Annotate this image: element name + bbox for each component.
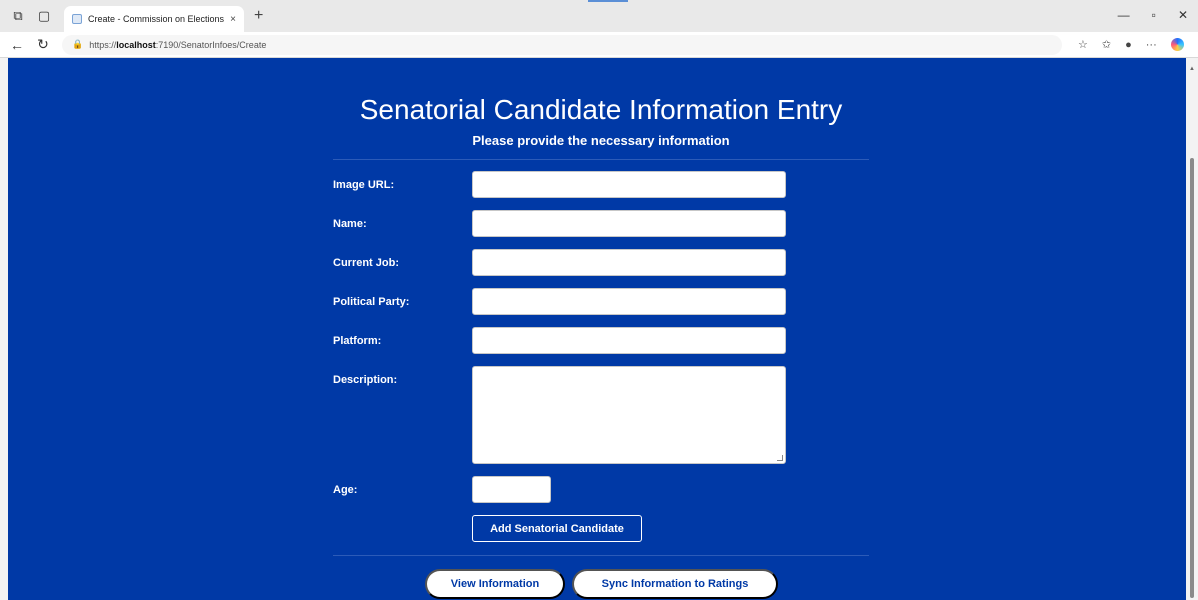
browser-tab[interactable]: Create - Commission on Elections ×: [64, 6, 244, 32]
header-divider: [333, 159, 869, 160]
political-party-label: Political Party:: [333, 296, 410, 308]
address-bar: ← ↻ 🔒 https://localhost:7190/SenatorInfo…: [0, 32, 1198, 58]
address-bar-icons: ☆ ✩ ● ···: [1078, 38, 1184, 51]
refresh-icon[interactable]: ↻: [34, 36, 52, 53]
tab-close-icon[interactable]: ×: [230, 14, 236, 25]
lock-icon: 🔒: [72, 39, 84, 49]
scroll-up-icon[interactable]: ▲: [1189, 66, 1195, 72]
age-row: Age:: [333, 476, 869, 503]
url-path: :7190/SenatorInfoes/Create: [155, 39, 267, 50]
url-host: localhost: [116, 39, 156, 50]
back-icon[interactable]: ←: [8, 37, 26, 53]
url-prefix: https://: [89, 39, 117, 50]
browser-titlebar: ⧉ ▢ Create - Commission on Elections × +…: [0, 0, 1198, 32]
workspaces-icon[interactable]: ⧉: [10, 8, 26, 24]
name-label: Name:: [333, 218, 367, 230]
maximize-icon[interactable]: ▫: [1152, 8, 1156, 22]
political-party-row: Political Party:: [333, 288, 869, 315]
name-row: Name:: [333, 210, 869, 237]
image-url-row: Image URL:: [333, 171, 869, 198]
loading-indicator: [588, 0, 628, 2]
profile-icon[interactable]: ●: [1125, 39, 1132, 51]
minimize-icon[interactable]: —: [1118, 8, 1130, 22]
add-senatorial-candidate-button[interactable]: Add Senatorial Candidate: [472, 515, 642, 542]
url-input[interactable]: 🔒 https://localhost:7190/SenatorInfoes/C…: [62, 34, 1062, 55]
current-job-input[interactable]: [472, 249, 786, 276]
page-scrollbar[interactable]: ▲: [1186, 58, 1198, 600]
favicon-icon: [72, 14, 82, 24]
political-party-input[interactable]: [472, 288, 786, 315]
name-input[interactable]: [472, 210, 786, 237]
page-subtitle: Please provide the necessary information: [472, 133, 730, 148]
image-url-input[interactable]: [472, 171, 786, 198]
description-label: Description:: [333, 374, 398, 386]
scrollbar-thumb[interactable]: [1190, 158, 1194, 598]
current-job-label: Current Job:: [333, 257, 399, 269]
platform-input[interactable]: [472, 327, 786, 354]
description-textarea[interactable]: [472, 366, 786, 464]
resize-grip-icon[interactable]: [777, 455, 783, 461]
tab-title: Create - Commission on Elections: [88, 14, 225, 24]
window-controls: — ▫ ✕: [1118, 8, 1188, 22]
view-information-button[interactable]: View Information: [425, 569, 565, 599]
platform-row: Platform:: [333, 327, 869, 354]
copilot-icon[interactable]: [1170, 38, 1184, 51]
more-menu-icon[interactable]: ···: [1146, 39, 1157, 51]
favorites-icon[interactable]: ✩: [1102, 38, 1111, 51]
close-window-icon[interactable]: ✕: [1178, 8, 1188, 22]
favorite-star-icon[interactable]: ☆: [1078, 38, 1088, 51]
image-url-label: Image URL:: [333, 179, 395, 191]
sync-information-button[interactable]: Sync Information to Ratings: [572, 569, 778, 599]
new-tab-button[interactable]: +: [254, 7, 263, 25]
description-row: Description:: [333, 366, 869, 464]
current-job-row: Current Job:: [333, 249, 869, 276]
age-label: Age:: [333, 484, 358, 496]
tab-actions-icon[interactable]: ▢: [36, 8, 52, 24]
platform-label: Platform:: [333, 335, 382, 347]
age-input[interactable]: [472, 476, 551, 503]
page-title: Senatorial Candidate Information Entry: [359, 94, 843, 125]
